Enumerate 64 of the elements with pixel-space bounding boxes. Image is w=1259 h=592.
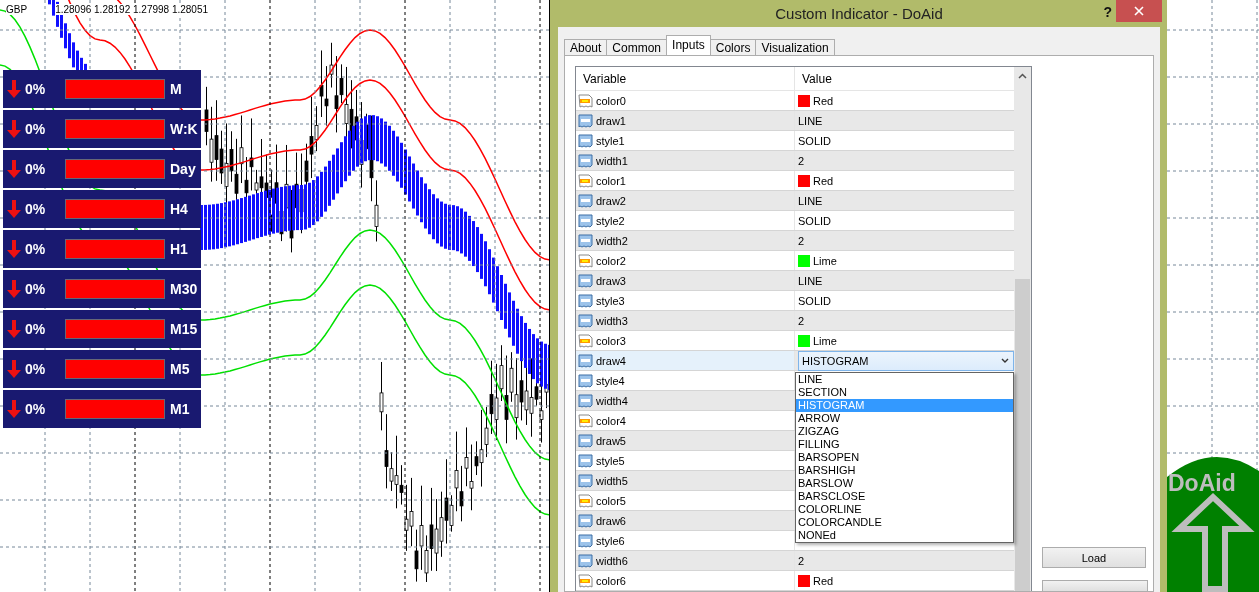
- value-text: 2: [798, 554, 805, 567]
- variable-name: draw5: [596, 434, 626, 447]
- timeframe-label: Day: [170, 161, 196, 177]
- variable-name: color5: [596, 494, 626, 507]
- variable-name: style2: [596, 214, 625, 227]
- percent-label: 0%: [25, 241, 47, 257]
- symbol-label: GBP: [6, 4, 28, 15]
- percent-label: 0%: [25, 81, 47, 97]
- value-text: Lime: [813, 334, 837, 347]
- column-header: Variable: [576, 67, 795, 90]
- column-header: Value: [801, 70, 833, 88]
- value-text: SOLID: [798, 294, 831, 307]
- value-text: LINE: [798, 194, 823, 207]
- ohlc-values: 1.28096 1.28192 1.27998 1.28051: [55, 4, 209, 15]
- variable-name: style6: [596, 534, 625, 547]
- variable-name: color2: [596, 254, 626, 267]
- percent-label: 0%: [25, 201, 47, 217]
- timeframe-label: M: [170, 81, 182, 97]
- value-text: SOLID: [798, 134, 831, 147]
- variable-name: color3: [596, 334, 626, 347]
- variable-name: color6: [596, 574, 626, 587]
- timeframe-label: M5: [170, 361, 190, 377]
- variable-name: draw2: [596, 194, 626, 207]
- timeframe-label: H1: [170, 241, 188, 257]
- variable-name: style3: [596, 294, 625, 307]
- percent-label: 0%: [25, 401, 47, 417]
- value-text: Red: [813, 574, 834, 587]
- timeframe-label: M15: [170, 321, 198, 337]
- variable-name: draw3: [596, 274, 626, 287]
- variable-name: width3: [596, 314, 628, 327]
- variable-name: style5: [596, 454, 625, 467]
- variable-name: color4: [596, 414, 626, 427]
- variable-name: width2: [596, 234, 628, 247]
- percent-label: 0%: [25, 281, 47, 297]
- variable-name: draw6: [596, 514, 626, 527]
- logo-text: DoAid: [1168, 470, 1236, 497]
- variable-name: draw1: [596, 114, 626, 127]
- value-text: LINE: [798, 274, 823, 287]
- value-text: 2: [798, 314, 805, 327]
- value-text: Red: [813, 174, 834, 187]
- variable-name: style4: [596, 374, 625, 387]
- variable-name: width4: [596, 394, 628, 407]
- value-text: 2: [798, 234, 805, 247]
- variable-name: color1: [596, 174, 626, 187]
- variable-name: width6: [596, 554, 628, 567]
- value-text: Lime: [813, 254, 837, 267]
- variable-name: draw4: [596, 354, 626, 367]
- timeframe-label: W:K: [170, 121, 198, 137]
- percent-label: 0%: [25, 121, 47, 137]
- window-title: Custom Indicator - DoAid: [775, 5, 943, 22]
- value-text: LINE: [798, 114, 823, 127]
- percent-label: 0%: [25, 361, 47, 377]
- variable-name: color0: [596, 94, 626, 107]
- percent-label: 0%: [25, 161, 47, 177]
- value-text: Red: [813, 94, 834, 107]
- variable-name: width1: [596, 154, 628, 167]
- value-text: 2: [798, 154, 805, 167]
- variable-name: style1: [596, 134, 625, 147]
- variable-name: width5: [596, 474, 628, 487]
- timeframe-label: H4: [170, 201, 188, 217]
- value-text: SOLID: [798, 214, 831, 227]
- timeframe-label: M1: [170, 401, 190, 417]
- timeframe-label: M30: [170, 281, 198, 297]
- percent-label: 0%: [25, 321, 47, 337]
